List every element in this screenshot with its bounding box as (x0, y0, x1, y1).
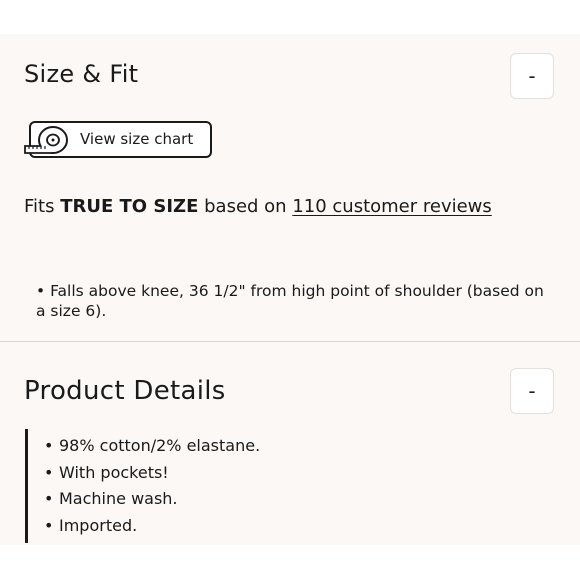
fit-prefix: Fits (24, 196, 61, 217)
section-divider (0, 341, 580, 342)
list-item: 98% cotton/2% elastane. (28, 433, 568, 460)
size-fit-collapse-button[interactable]: - (510, 53, 554, 99)
list-item: With pockets! (28, 460, 568, 487)
view-size-chart-label: View size chart (80, 130, 194, 148)
fit-note: • Falls above knee, 36 1/2" from high po… (36, 282, 544, 320)
product-details-list-container: 98% cotton/2% elastane. With pockets! Ma… (25, 429, 568, 543)
fit-summary: Fits TRUE TO SIZE based on 110 customer … (24, 196, 492, 217)
list-item: Imported. (28, 513, 568, 540)
top-strip (0, 0, 580, 34)
product-details-list: 98% cotton/2% elastane. With pockets! Ma… (28, 429, 568, 539)
customer-reviews-link[interactable]: 110 customer reviews (292, 196, 491, 217)
fit-rating: TRUE TO SIZE (60, 196, 199, 217)
fit-middle: based on (198, 196, 293, 217)
view-size-chart-button[interactable]: View size chart (24, 121, 212, 158)
product-details-title: Product Details (24, 376, 226, 406)
product-details-collapse-button[interactable]: - (510, 368, 554, 414)
measuring-tape-icon (24, 126, 68, 154)
bottom-strip (0, 545, 580, 580)
list-item: Machine wash. (28, 486, 568, 513)
size-fit-title: Size & Fit (24, 60, 139, 88)
